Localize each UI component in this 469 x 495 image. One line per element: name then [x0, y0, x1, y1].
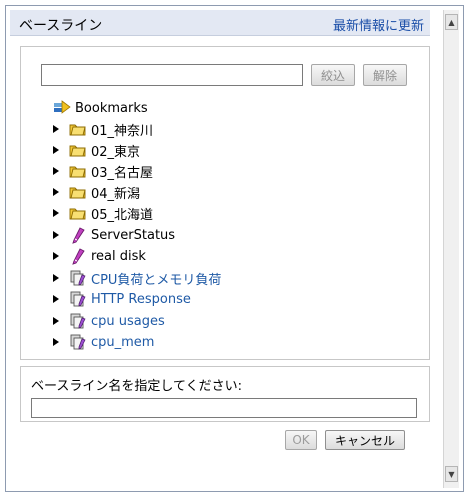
expand-triangle-icon[interactable] — [51, 166, 61, 176]
tree-item-label: 03_名古屋 — [91, 165, 154, 181]
refresh-link[interactable]: 最新情報に更新 — [333, 15, 424, 34]
bookmarks-icon — [53, 99, 71, 117]
tree-root-label: Bookmarks — [75, 100, 148, 116]
combined-bookmark-icon — [69, 290, 87, 308]
tree-item-05[interactable]: 05_北海道 — [51, 203, 153, 223]
baseline-name-panel: ベースライン名を指定してください: — [20, 366, 430, 422]
bookmark-pen-icon — [69, 226, 87, 244]
tree-item-real-disk[interactable]: real disk — [51, 246, 146, 266]
expand-triangle-icon[interactable] — [51, 187, 61, 197]
expand-triangle-icon[interactable] — [51, 251, 61, 261]
expand-triangle-icon[interactable] — [51, 337, 61, 347]
baseline-name-input[interactable] — [31, 398, 417, 418]
folder-icon — [69, 141, 87, 159]
expand-triangle-icon[interactable] — [51, 273, 61, 283]
tree-item-label: ServerStatus — [91, 227, 176, 243]
ok-button[interactable]: OK — [285, 430, 317, 450]
expand-triangle-icon[interactable] — [51, 124, 61, 134]
filter-button[interactable]: 絞込 — [311, 64, 355, 86]
expand-triangle-icon[interactable] — [51, 208, 61, 218]
tree-item-cpu-usages[interactable]: cpu usages — [51, 311, 165, 331]
scroll-down-arrow-icon[interactable]: ▼ — [445, 466, 458, 482]
tree-item-label: cpu usages — [91, 313, 165, 329]
tree-item-02[interactable]: 02_東京 — [51, 140, 140, 160]
vertical-scrollbar[interactable]: ▲ ▼ — [443, 10, 459, 488]
baseline-name-label: ベースライン名を指定してください: — [31, 379, 242, 394]
tree-item-http-response[interactable]: HTTP Response — [51, 289, 191, 309]
tree-item-label: HTTP Response — [91, 291, 191, 307]
folder-icon — [69, 204, 87, 222]
expand-triangle-icon[interactable] — [51, 316, 61, 326]
tree-item-label: cpu_mem — [91, 334, 155, 350]
combined-bookmark-icon — [69, 269, 87, 287]
tree-item-label: 05_北海道 — [91, 207, 154, 223]
tree-item-04[interactable]: 04_新潟 — [51, 182, 140, 202]
folder-icon — [69, 162, 87, 180]
tree-item-label: 02_東京 — [91, 144, 141, 160]
expand-triangle-icon[interactable] — [51, 145, 61, 155]
scroll-up-arrow-icon[interactable]: ▲ — [445, 14, 458, 30]
tree-item-03[interactable]: 03_名古屋 — [51, 161, 153, 181]
folder-icon — [69, 183, 87, 201]
tree-item-label: 04_新潟 — [91, 186, 141, 202]
bookmark-panel: 絞込 解除 Bookmarks 01_神奈川 02_東京 03_名古屋 04_新… — [20, 46, 430, 360]
dialog-header: ベースライン 最新情報に更新 — [10, 10, 430, 36]
tree-item-label: real disk — [91, 248, 146, 264]
bookmark-pen-icon — [69, 247, 87, 265]
tree-root[interactable]: Bookmarks — [53, 98, 148, 118]
expand-triangle-icon[interactable] — [51, 230, 61, 240]
dialog-title: ベースライン — [19, 18, 103, 34]
folder-icon — [69, 120, 87, 138]
tree-item-label: CPU負荷とメモリ負荷 — [91, 272, 222, 288]
tree-item-label: 01_神奈川 — [91, 123, 154, 139]
tree-item-cpu-mem-load[interactable]: CPU負荷とメモリ負荷 — [51, 268, 221, 288]
combined-bookmark-icon — [69, 312, 87, 330]
tree-item-serverstatus[interactable]: ServerStatus — [51, 225, 175, 245]
search-input[interactable] — [41, 64, 303, 86]
combined-bookmark-icon — [69, 333, 87, 351]
expand-triangle-icon[interactable] — [51, 294, 61, 304]
clear-button[interactable]: 解除 — [363, 64, 407, 86]
cancel-button[interactable]: キャンセル — [325, 430, 405, 450]
tree-item-01[interactable]: 01_神奈川 — [51, 119, 153, 139]
tree-item-cpu-mem[interactable]: cpu_mem — [51, 332, 154, 352]
